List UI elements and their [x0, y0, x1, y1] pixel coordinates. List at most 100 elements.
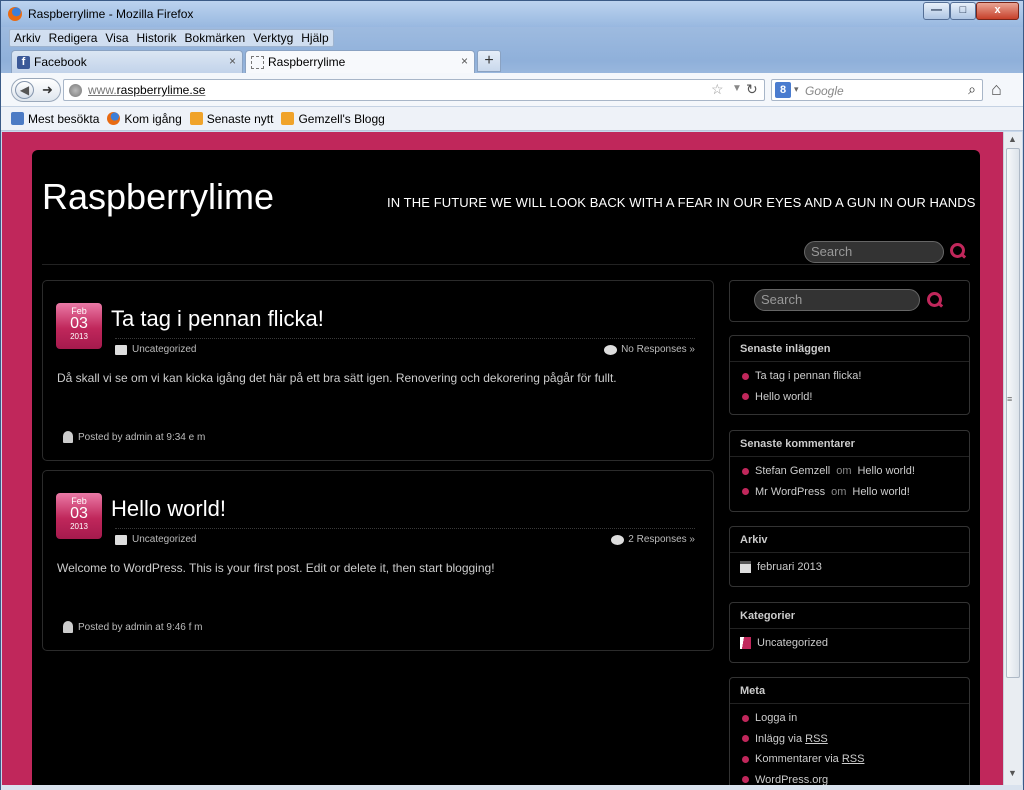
comments-rss-link[interactable]: Kommentarer via RSS	[755, 753, 864, 765]
comment-bubble-icon	[611, 534, 625, 545]
close-window-button[interactable]: x	[976, 2, 1019, 20]
bookmark-kom-igang[interactable]: Kom igång	[107, 112, 182, 126]
scroll-up-icon[interactable]: ▲	[1008, 134, 1017, 144]
menu-hjalp[interactable]: Hjälp	[301, 31, 328, 45]
post-responses[interactable]: No Responses »	[604, 344, 695, 355]
search-icon[interactable]: ⌕	[968, 81, 976, 98]
menu-bokmarken[interactable]: Bokmärken	[185, 31, 246, 45]
new-tab-button[interactable]: +	[477, 50, 501, 72]
user-icon	[63, 621, 73, 633]
post-meta: Uncategorized 2 Responses »	[115, 528, 695, 545]
search-bar[interactable]: 8 ▾ Google ⌕	[771, 79, 983, 101]
site-title[interactable]: Raspberrylime	[42, 176, 274, 218]
tab-raspberrylime[interactable]: Raspberrylime ×	[245, 50, 475, 74]
window-bottom-border	[1, 785, 1023, 790]
post-byline: Posted by admin at 9:46 f m	[78, 621, 203, 633]
recent-posts-widget: Senaste inläggen Ta tag i pennan flicka!…	[729, 335, 970, 415]
list-item[interactable]: Uncategorized	[740, 633, 969, 654]
scroll-down-icon[interactable]: ▼	[1008, 768, 1017, 778]
bookmark-star-icon[interactable]: ☆	[711, 81, 724, 98]
date-year: 2013	[70, 522, 88, 531]
widget-title: Meta	[730, 678, 969, 704]
header-search-input[interactable]: Search	[804, 241, 944, 263]
sidebar-search-input[interactable]: Search	[754, 289, 920, 311]
navigation-toolbar: ◀ ➜ www.raspberrylime.se ☆ ▼ ↻ 8 ▾ Googl…	[1, 73, 1023, 107]
home-icon[interactable]: ⌂	[991, 79, 1002, 100]
site-container: Raspberrylime IN THE FUTURE WE WILL LOOK…	[32, 150, 980, 785]
tab-close-icon[interactable]: ×	[229, 54, 236, 68]
post-title[interactable]: Hello world!	[111, 496, 226, 522]
bullet-icon	[742, 467, 749, 475]
search-engine-dropdown-icon[interactable]: ▾	[794, 84, 799, 95]
menu-bar: Arkiv Redigera Visa Historik Bokmärken V…	[9, 29, 334, 47]
bookmark-label: Mest besökta	[28, 111, 100, 126]
post-category[interactable]: Uncategorized	[115, 534, 196, 545]
bullet-icon	[742, 735, 749, 743]
comment-author-link[interactable]: Mr WordPress	[755, 486, 825, 498]
responses-label: No Responses »	[621, 344, 695, 355]
bookmark-mest-besokta[interactable]: Mest besökta	[11, 112, 99, 126]
url-bar[interactable]: www.raspberrylime.se ☆ ▼ ↻	[63, 79, 765, 101]
firefox-icon	[8, 7, 22, 21]
history-dropdown-icon[interactable]: ▼	[732, 83, 742, 94]
bullet-icon	[742, 714, 749, 722]
back-button[interactable]: ◀	[15, 81, 34, 99]
post-responses[interactable]: 2 Responses »	[611, 534, 695, 545]
comment-bubble-icon	[604, 344, 618, 355]
meta-widget: Meta Logga in Inlägg via RSS Kommentarer…	[729, 677, 970, 785]
list-item[interactable]: Kommentarer via RSS	[742, 749, 969, 770]
comment-post-link[interactable]: Hello world!	[852, 486, 909, 498]
comment-om: om	[831, 485, 847, 498]
tab-close-icon[interactable]: ×	[461, 54, 468, 68]
post-footer: Posted by admin at 9:46 f m	[63, 621, 203, 633]
list-item[interactable]: Ta tag i pennan flicka!	[742, 366, 969, 387]
list-item[interactable]: februari 2013	[740, 557, 969, 578]
bullet-icon	[742, 393, 749, 401]
wordpress-link[interactable]: WordPress.org	[755, 774, 828, 785]
menu-redigera[interactable]: Redigera	[49, 31, 98, 45]
post-title[interactable]: Ta tag i pennan flicka!	[111, 306, 324, 332]
site-identity-icon[interactable]	[69, 84, 82, 97]
menu-verktyg[interactable]: Verktyg	[253, 31, 293, 45]
maximize-button[interactable]: □	[950, 2, 976, 20]
rss-icon	[189, 112, 203, 125]
search-icon[interactable]	[950, 243, 966, 259]
bookmark-gemzell-blogg[interactable]: Gemzell's Blogg	[281, 112, 385, 126]
scrollbar-thumb[interactable]	[1006, 148, 1020, 678]
search-icon[interactable]	[927, 292, 943, 308]
menu-arkiv[interactable]: Arkiv	[14, 31, 41, 45]
search-placeholder: Google	[805, 84, 844, 98]
comment-author-link[interactable]: Stefan Gemzell	[755, 465, 830, 477]
recent-post-link[interactable]: Hello world!	[755, 391, 812, 403]
vertical-scrollbar[interactable]: ▲ ≡ ▼	[1003, 132, 1022, 785]
post-byline: Posted by admin at 9:34 e m	[78, 431, 206, 443]
list-item[interactable]: WordPress.org	[742, 770, 969, 785]
entries-rss-link[interactable]: Inlägg via RSS	[755, 733, 828, 745]
recent-post-link[interactable]: Ta tag i pennan flicka!	[755, 370, 861, 382]
tab-facebook[interactable]: f Facebook ×	[11, 50, 243, 73]
post-footer: Posted by admin at 9:34 e m	[63, 431, 205, 443]
list-item[interactable]: Hello world!	[742, 387, 969, 408]
comment-post-link[interactable]: Hello world!	[857, 465, 914, 477]
login-link[interactable]: Logga in	[755, 712, 797, 724]
reload-icon[interactable]: ↻	[746, 81, 758, 98]
widget-title: Kategorier	[730, 603, 969, 629]
most-visited-icon	[11, 112, 24, 125]
post-category[interactable]: Uncategorized	[115, 344, 196, 355]
menu-visa[interactable]: Visa	[105, 31, 128, 45]
menu-historik[interactable]: Historik	[137, 31, 177, 45]
window-title: Raspberrylime - Mozilla Firefox	[28, 7, 194, 21]
list-item: Stefan Gemzell om Hello world!	[742, 461, 969, 482]
forward-button[interactable]: ➜	[42, 82, 53, 98]
archive-link[interactable]: februari 2013	[757, 561, 822, 573]
minimize-button[interactable]: —	[923, 2, 950, 20]
bookmark-senaste-nytt[interactable]: Senaste nytt	[189, 112, 273, 126]
firefox-icon	[107, 112, 121, 125]
rss-abbr: RSS	[841, 753, 865, 766]
search-engine-icon[interactable]: 8	[775, 82, 791, 98]
category-link[interactable]: Uncategorized	[757, 637, 828, 649]
list-item[interactable]: Inlägg via RSS	[742, 729, 969, 750]
tab-bar: f Facebook × Raspberrylime × +	[1, 49, 1023, 74]
list-item[interactable]: Logga in	[742, 708, 969, 729]
rss-icon	[281, 112, 295, 125]
